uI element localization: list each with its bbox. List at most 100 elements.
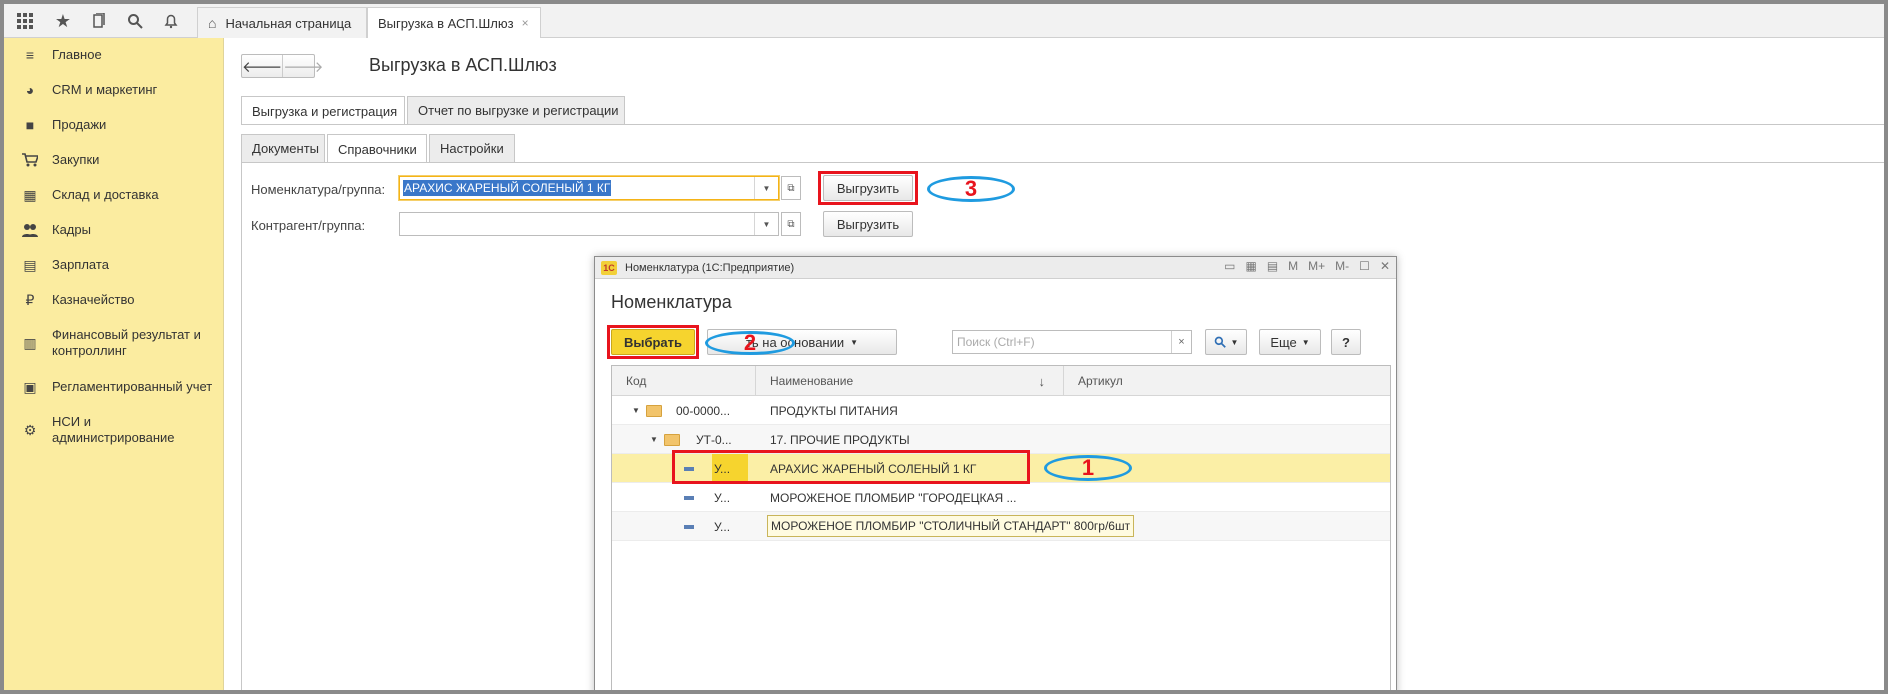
1c-logo-icon: 1С: [601, 260, 617, 275]
search-icon[interactable]: [122, 8, 148, 34]
memory-minus-icon[interactable]: M-: [1335, 259, 1349, 273]
sort-arrow-icon: ↓: [1038, 373, 1046, 389]
dialog-heading: Номенклатура: [611, 292, 732, 312]
sidebar-item-financial[interactable]: ▥ Финансовый результат и контроллинг: [4, 326, 224, 360]
page-title: Выгрузка в АСП.Шлюз: [369, 55, 557, 75]
dropdown-arrow-icon[interactable]: ▼: [754, 213, 778, 235]
history-icon[interactable]: [86, 8, 112, 34]
forward-button[interactable]: 🡒: [282, 55, 323, 77]
table-row[interactable]: ▼ 00-0000... ПРОДУКТЫ ПИТАНИЯ: [612, 396, 1390, 425]
dropdown-arrow-icon[interactable]: ▼: [754, 177, 778, 199]
star-icon[interactable]: ★: [50, 8, 76, 34]
sidebar-item-main[interactable]: ≡ Главное: [4, 46, 224, 64]
open-form-icon[interactable]: ⧉: [781, 212, 801, 236]
sidebar-item-label: Регламентированный учет: [52, 379, 213, 394]
tab-home-label: Начальная страница: [225, 15, 352, 31]
sidebar-item-salary[interactable]: ▤ Зарплата: [4, 256, 224, 274]
counterparty-label: Контрагент/группа:: [251, 218, 366, 233]
bell-icon[interactable]: [158, 8, 184, 34]
export-counterparty-button[interactable]: Выгрузить: [823, 211, 913, 237]
gear-icon: ⚙: [23, 421, 37, 438]
titlebar-icons: ▭ ▦ ▤ M M+ M- ☐ ✕: [1224, 259, 1390, 273]
annotation-highlight-export: [818, 171, 918, 205]
tab-export-report[interactable]: Отчет по выгрузке и регистрации: [407, 96, 625, 124]
sidebar-item-label: Зарплата: [52, 257, 109, 272]
subtabs-divider: [241, 162, 1884, 163]
calculator-icon: ▤: [23, 256, 37, 273]
ruble-coin-icon: ₽: [25, 291, 35, 308]
close-icon[interactable]: ×: [522, 16, 529, 30]
sidebar-item-purchases[interactable]: Закупки: [4, 151, 224, 169]
nomenclature-label: Номенклатура/группа:: [251, 182, 386, 197]
bar-chart-icon: ▥: [23, 334, 37, 351]
sidebar-item-regulated[interactable]: ▣ Регламентированный учет: [4, 378, 224, 396]
nomenclature-value: АРАХИС ЖАРЕНЫЙ СОЛЕНЫЙ 1 КГ: [403, 180, 612, 196]
column-article[interactable]: Артикул: [1064, 366, 1390, 396]
sidebar-item-label: CRM и маркетинг: [52, 82, 158, 97]
tab-references[interactable]: Справочники: [327, 134, 427, 163]
sidebar-item-crm[interactable]: ◕ CRM и маркетинг: [4, 81, 224, 99]
close-icon[interactable]: ✕: [1380, 259, 1390, 273]
column-name[interactable]: Наименование ↓: [756, 366, 1064, 396]
tree-expand-icon[interactable]: ▼: [632, 396, 640, 425]
more-button[interactable]: Еще ▼: [1259, 329, 1321, 355]
table-row[interactable]: У... МОРОЖЕНОЕ ПЛОМБИР "ГОРОДЕЦКАЯ ...: [612, 483, 1390, 512]
sidebar-item-sales[interactable]: ■ Продажи: [4, 116, 224, 134]
sidebar-item-label: Казначейство: [52, 292, 135, 307]
apps-grid-icon[interactable]: [12, 8, 38, 34]
memory-m-icon[interactable]: M: [1288, 259, 1298, 273]
dialog-titlebar: 1С Номенклатура (1С:Предприятие) ▭ ▦ ▤ M…: [595, 257, 1396, 279]
tab-documents[interactable]: Документы: [241, 134, 325, 162]
tab-home[interactable]: ⌂ Начальная страница: [197, 7, 367, 38]
sidebar-item-label: Склад и доставка: [52, 187, 159, 202]
sidebar-item-admin[interactable]: ⚙ НСИ и администрирование: [4, 413, 224, 447]
item-icon: [684, 483, 694, 512]
bag-icon: ■: [25, 117, 35, 133]
maximize-icon[interactable]: ☐: [1359, 259, 1370, 273]
memory-plus-icon[interactable]: M+: [1308, 259, 1325, 273]
tree-expand-icon[interactable]: ▼: [650, 425, 658, 454]
tab-settings[interactable]: Настройки: [429, 134, 515, 162]
app-window: ★ ⌂ Начальная страница Выгрузка в АСП.Шл…: [4, 4, 1884, 690]
nomenclature-field[interactable]: АРАХИС ЖАРЕНЫЙ СОЛЕНЫЙ 1 КГ ▼: [399, 176, 779, 200]
tab-export-asp[interactable]: Выгрузка в АСП.Шлюз ×: [367, 7, 541, 38]
warehouse-icon: ▦: [23, 186, 37, 203]
people-icon: [20, 223, 40, 237]
sidebar-item-treasury[interactable]: ₽ Казначейство: [4, 291, 224, 309]
sidebar-item-warehouse[interactable]: ▦ Склад и доставка: [4, 186, 224, 204]
search-icon: [1214, 336, 1226, 348]
row-tooltip: МОРОЖЕНОЕ ПЛОМБИР "СТОЛИЧНЫЙ СТАНДАРТ" 8…: [767, 515, 1135, 537]
item-icon: [684, 512, 694, 541]
sidebar-item-hr[interactable]: Кадры: [4, 221, 224, 239]
search-input[interactable]: Поиск (Ctrl+F): [953, 335, 1171, 349]
row-name: ПРОДУКТЫ ПИТАНИЯ: [770, 403, 898, 418]
spreadsheet-icon[interactable]: ▦: [1245, 259, 1256, 273]
ledger-icon: ▣: [23, 378, 37, 395]
search-field[interactable]: Поиск (Ctrl+F) ×: [952, 330, 1192, 354]
column-code[interactable]: Код: [612, 366, 756, 396]
nav-buttons: 🡐 🡒: [241, 54, 323, 78]
back-button[interactable]: 🡐: [242, 55, 282, 77]
home-icon: ⌂: [208, 15, 217, 31]
open-form-icon[interactable]: ⧉: [781, 176, 801, 200]
nomenclature-table: Код Наименование ↓ Артикул ▼ 00-0000... …: [611, 365, 1391, 690]
row-name: МОРОЖЕНОЕ ПЛОМБИР "ГОРОДЕЦКАЯ ...: [770, 490, 1017, 505]
dialog-window-title: Номенклатура (1С:Предприятие): [625, 261, 795, 274]
calendar-icon[interactable]: ▤: [1267, 259, 1278, 273]
search-options-button[interactable]: ▼: [1205, 329, 1247, 355]
table-header: Код Наименование ↓ Артикул: [612, 366, 1390, 396]
sidebar-item-label: Закупки: [52, 152, 100, 167]
counterparty-field[interactable]: ▼: [399, 212, 779, 236]
row-code: У...: [714, 490, 731, 505]
panel-border: [241, 162, 242, 690]
top-bar: ★ ⌂ Начальная страница Выгрузка в АСП.Шл…: [4, 4, 1884, 38]
nomenclature-dialog: 1С Номенклатура (1С:Предприятие) ▭ ▦ ▤ M…: [594, 256, 1397, 690]
row-code: 00-0000...: [676, 403, 731, 418]
row-code: У...: [714, 519, 731, 534]
clear-search-icon[interactable]: ×: [1171, 331, 1191, 353]
sidebar-item-label: Кадры: [52, 222, 91, 237]
tab-export-registration[interactable]: Выгрузка и регистрация: [241, 96, 405, 125]
tab-export-asp-label: Выгрузка в АСП.Шлюз: [378, 15, 514, 31]
help-button[interactable]: ?: [1331, 329, 1361, 355]
print-icon[interactable]: ▭: [1224, 259, 1235, 273]
